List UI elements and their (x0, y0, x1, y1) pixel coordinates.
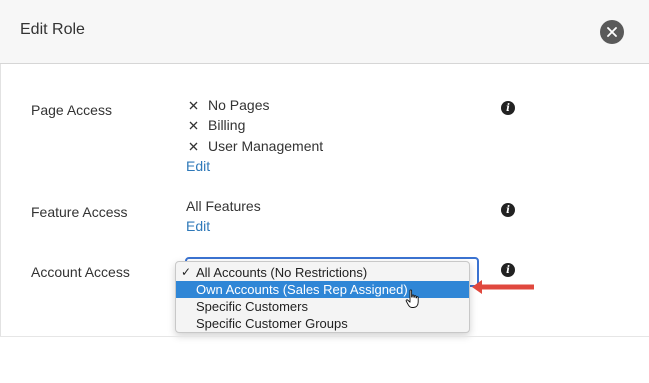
feature-access-value: All Features (186, 198, 261, 214)
page-access-item-label: No Pages (208, 97, 270, 113)
close-button[interactable] (600, 20, 624, 44)
page-access-item: Billing (186, 117, 245, 133)
close-icon (607, 27, 617, 37)
dialog-header: Edit Role (0, 0, 649, 64)
option-label: Specific Customer Groups (196, 316, 348, 331)
dropdown-option-all-accounts[interactable]: ✓ All Accounts (No Restrictions) (176, 264, 469, 281)
checkmark-icon: ✓ (181, 265, 192, 279)
dropdown-option-specific-customers[interactable]: Specific Customers (176, 298, 469, 315)
page-access-label: Page Access (31, 102, 112, 118)
hand-cursor-icon (405, 289, 419, 308)
pointer-arrow-icon (472, 280, 534, 294)
info-icon[interactable]: i (501, 101, 515, 115)
dropdown-option-own-accounts[interactable]: Own Accounts (Sales Rep Assigned) (176, 281, 469, 298)
info-icon[interactable]: i (501, 263, 515, 277)
page-access-edit-link[interactable]: Edit (186, 158, 210, 174)
page-access-item-label: User Management (208, 138, 324, 154)
remove-icon[interactable] (186, 101, 200, 110)
divider (0, 336, 649, 337)
feature-access-label: Feature Access (31, 204, 128, 220)
option-label: All Accounts (No Restrictions) (196, 265, 368, 280)
remove-icon[interactable] (186, 142, 200, 151)
account-access-label: Account Access (31, 264, 130, 280)
dropdown-option-specific-customer-groups[interactable]: Specific Customer Groups (176, 315, 469, 332)
panel-left-edge (0, 64, 1, 336)
dialog-title: Edit Role (20, 21, 85, 38)
feature-access-edit-link[interactable]: Edit (186, 218, 210, 234)
option-label: Own Accounts (Sales Rep Assigned) (196, 282, 408, 297)
option-label: Specific Customers (196, 299, 308, 314)
page-access-item-label: Billing (208, 117, 246, 133)
account-access-dropdown-menu: ✓ All Accounts (No Restrictions) Own Acc… (175, 261, 470, 333)
page-access-item: User Management (186, 138, 323, 154)
remove-icon[interactable] (186, 121, 200, 130)
info-icon[interactable]: i (501, 203, 515, 217)
page-access-item: No Pages (186, 97, 269, 113)
